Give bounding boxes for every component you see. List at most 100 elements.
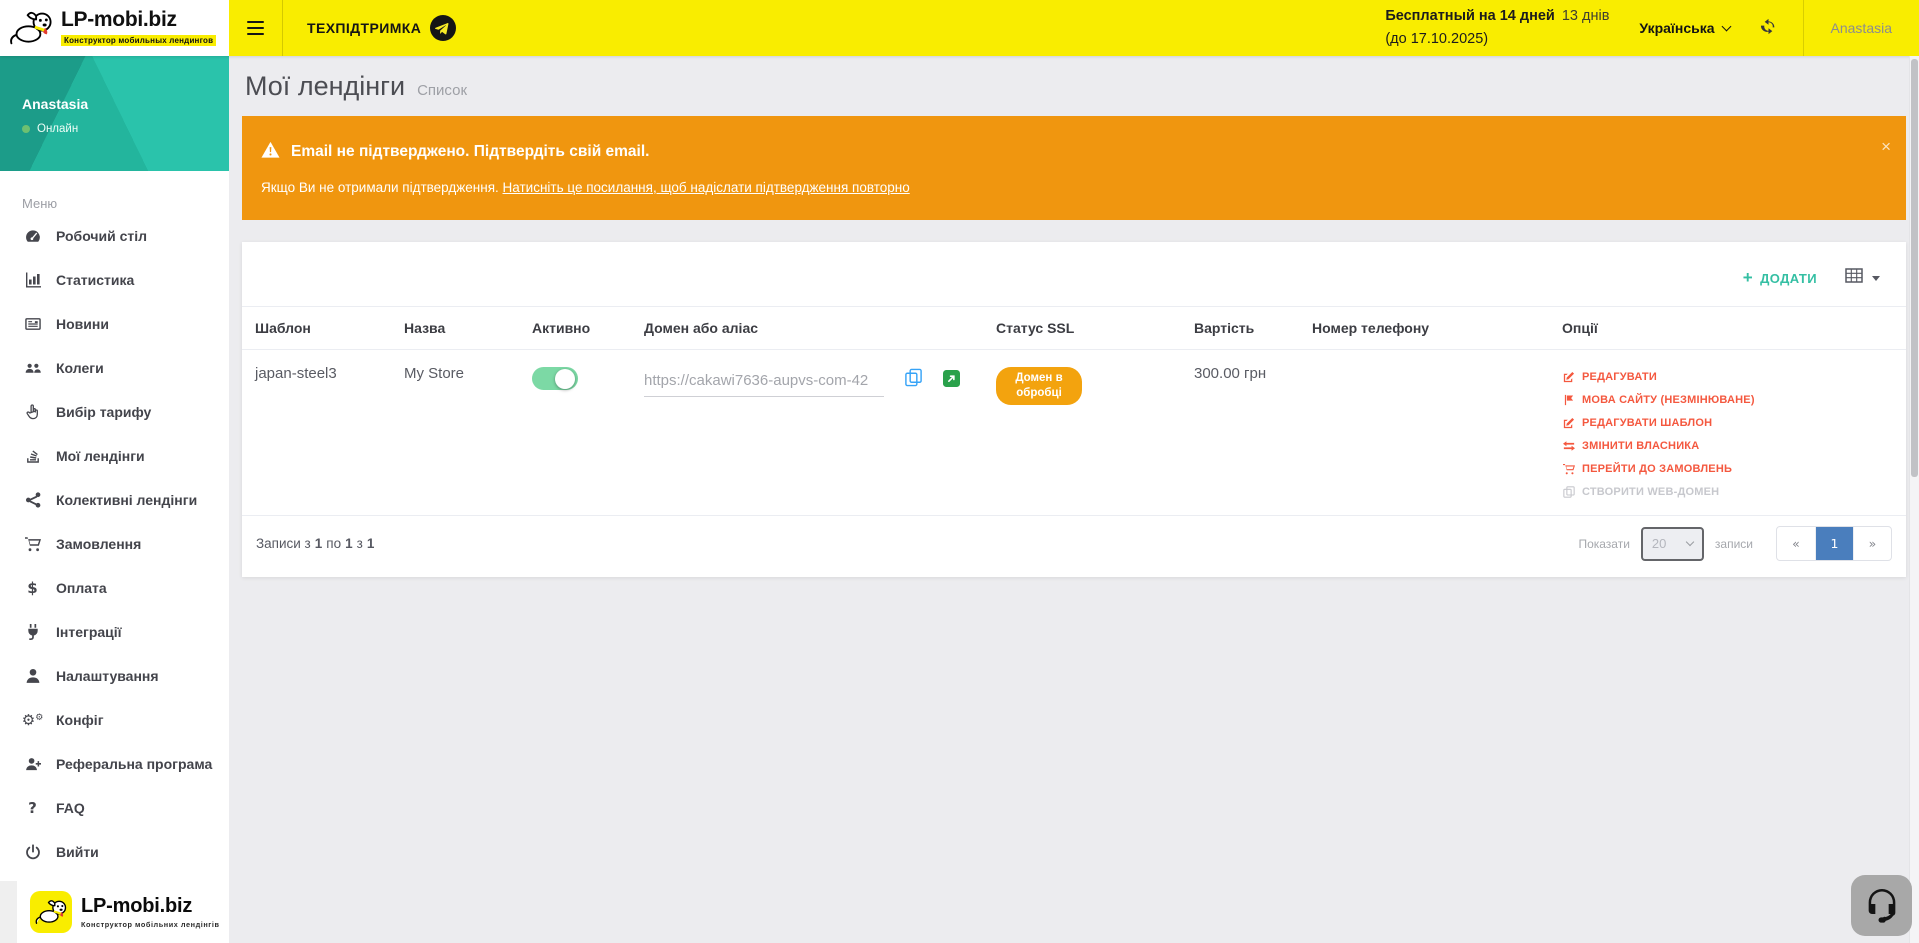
sidebar-item-referral[interactable]: Реферальна програма xyxy=(0,742,229,786)
page-1-button[interactable]: 1 xyxy=(1815,527,1853,560)
sidebar-item-label: Замовлення xyxy=(56,536,141,552)
main-content: Мої лендінги Список Email не підтверджен… xyxy=(229,56,1919,943)
sidebar-item-dashboard[interactable]: Робочий стіл xyxy=(0,214,229,258)
sidebar-item-label: Інтеграції xyxy=(56,624,122,640)
sidebar-item-payment[interactable]: $Оплата xyxy=(0,566,229,610)
option-create-web-domain: СТВОРИТИ WEB-ДОМЕН xyxy=(1562,480,1896,503)
headset-icon xyxy=(1862,884,1902,927)
scrollbar[interactable] xyxy=(1909,56,1919,943)
option-edit[interactable]: РЕДАГУВАТИ xyxy=(1562,365,1896,388)
user-icon xyxy=(23,668,42,684)
sidebar-item-settings[interactable]: Налаштування xyxy=(0,654,229,698)
option-change-owner[interactable]: ЗМІНИТИ ВЛАСНИКА xyxy=(1562,434,1896,457)
language-label: Українська xyxy=(1639,20,1714,36)
column-header-phone: Номер телефону xyxy=(1302,307,1552,350)
show-label: Показати xyxy=(1578,537,1629,551)
cart-icon xyxy=(23,536,42,552)
sidebar-item-integrations[interactable]: Інтеграції xyxy=(0,610,229,654)
next-page-button[interactable]: » xyxy=(1853,527,1891,560)
dog-logo-icon xyxy=(8,8,54,48)
sidebar-item-statistics[interactable]: Статистика xyxy=(0,258,229,302)
sidebar-item-tariff[interactable]: Вибір тарифу xyxy=(0,390,229,434)
header-logo[interactable]: LP-mobi.biz Конструктор мобильных лендин… xyxy=(0,0,229,56)
ssl-status-badge: Домен в обробці xyxy=(996,367,1082,405)
add-landing-button[interactable]: + ДОДАТИ xyxy=(1743,271,1817,286)
domain-input[interactable] xyxy=(644,370,884,397)
table-row: japan-steel3 My Store Домен в обробці xyxy=(242,350,1906,516)
page-title: Мої лендінги xyxy=(245,68,405,104)
sidebar-item-my-landings[interactable]: Мої лендінги xyxy=(0,434,229,478)
external-link-icon xyxy=(943,370,960,390)
landings-card: + ДОДАТИ Шаблон Назва Активно Домен або … xyxy=(242,242,1906,577)
sidebar-username: Anastasia xyxy=(22,96,229,112)
sidebar-item-label: Робочий стіл xyxy=(56,228,147,244)
sidebar-item-label: Статистика xyxy=(56,272,134,288)
dollar-icon: $ xyxy=(23,581,42,596)
telegram-icon xyxy=(430,15,456,41)
user-menu[interactable]: Anastasia xyxy=(1804,20,1919,36)
stats-icon xyxy=(23,272,42,288)
menu-section-label: Меню xyxy=(22,196,229,211)
page-header: Мої лендінги Список xyxy=(229,56,1919,116)
refresh-button[interactable] xyxy=(1760,18,1777,38)
page-subtitle: Список xyxy=(417,82,467,99)
sidebar-item-label: Вибір тарифу xyxy=(56,404,151,420)
sidebar-item-label: Новини xyxy=(56,316,109,332)
records-label: записи xyxy=(1715,537,1753,551)
power-icon xyxy=(23,844,42,860)
plug-icon xyxy=(23,624,42,640)
table-footer: Записи з1по1з1 Показати 20 записи « 1 » xyxy=(242,516,1906,573)
sidebar-item-logout[interactable]: Вийти xyxy=(0,830,229,874)
cell-options: РЕДАГУВАТИ МОВА САЙТУ (НЕЗМІНЮВАНЕ) РЕДА… xyxy=(1552,350,1906,516)
open-domain-button[interactable] xyxy=(943,370,960,397)
copy-domain-button[interactable] xyxy=(904,368,923,397)
sidebar-item-collective-landings[interactable]: Колективні лендінги xyxy=(0,478,229,522)
page-size-select[interactable]: 20 xyxy=(1641,527,1704,561)
columns-dropdown-button[interactable] xyxy=(1845,268,1880,288)
stack-icon xyxy=(23,448,42,464)
plus-icon: + xyxy=(1743,269,1753,286)
column-header-ssl: Статус SSL xyxy=(986,307,1184,350)
cogs-icon: ⚙⚙ xyxy=(23,713,42,728)
prev-page-button[interactable]: « xyxy=(1777,527,1815,560)
toggle-knob xyxy=(555,369,575,389)
active-toggle[interactable] xyxy=(532,367,578,390)
column-header-active: Активно xyxy=(522,307,634,350)
sidebar-item-colleagues[interactable]: Колеги xyxy=(0,346,229,390)
sidebar-toggle-button[interactable] xyxy=(229,0,283,56)
sidebar-item-config[interactable]: ⚙⚙ Конфіг xyxy=(0,698,229,742)
sidebar-item-label: Колеги xyxy=(56,360,104,376)
support-chat-button[interactable] xyxy=(1851,875,1912,936)
yellow-toolbar: ТЕХПІДТРИМКА Бесплатный на 14 дней13 дні… xyxy=(229,0,1919,56)
cell-active xyxy=(522,350,634,516)
users-icon xyxy=(23,360,42,376)
option-go-to-orders[interactable]: ПЕРЕЙТИ ДО ЗАМОВЛЕНЬ xyxy=(1562,457,1896,480)
landings-table: Шаблон Назва Активно Домен або аліас Ста… xyxy=(242,306,1906,516)
resend-confirmation-link[interactable]: Натисніть це посилання, щоб надіслати пі… xyxy=(503,180,910,195)
alert-close-button[interactable]: × xyxy=(1881,138,1891,155)
scrollbar-thumb[interactable] xyxy=(1911,59,1918,477)
share-icon xyxy=(23,492,42,508)
edit-icon xyxy=(1562,417,1576,429)
dashboard-icon xyxy=(23,228,42,244)
sidebar-footer-logo[interactable]: LP-mobi.biz Конструктор мобільних лендін… xyxy=(17,881,229,943)
option-edit-template[interactable]: РЕДАГУВАТИ ШАБЛОН xyxy=(1562,411,1896,434)
cart-icon xyxy=(1562,463,1576,475)
option-site-language[interactable]: МОВА САЙТУ (НЕЗМІНЮВАНЕ) xyxy=(1562,388,1896,411)
footer-brand-name: LP-mobi.biz xyxy=(81,896,220,917)
sidebar-item-label: Реферальна програма xyxy=(56,756,212,772)
language-selector[interactable]: Українська xyxy=(1639,20,1729,36)
email-alert: Email не підтверджено. Підтвердіть свій … xyxy=(242,116,1906,220)
cell-phone xyxy=(1302,350,1552,516)
support-link[interactable]: ТЕХПІДТРИМКА xyxy=(307,15,456,41)
sidebar-item-news[interactable]: Новини xyxy=(0,302,229,346)
sidebar-item-faq[interactable]: ?FAQ xyxy=(0,786,229,830)
column-header-price: Вартість xyxy=(1184,307,1302,350)
sidebar: Anastasia Онлайн Меню Робочий стіл Стати… xyxy=(0,56,229,943)
copy-icon xyxy=(1562,486,1576,498)
support-label: ТЕХПІДТРИМКА xyxy=(307,20,421,36)
column-header-domain: Домен або аліас xyxy=(634,307,986,350)
sidebar-item-orders[interactable]: Замовлення xyxy=(0,522,229,566)
brand-name: LP-mobi.biz xyxy=(61,9,216,30)
sidebar-item-label: Конфіг xyxy=(56,712,104,728)
